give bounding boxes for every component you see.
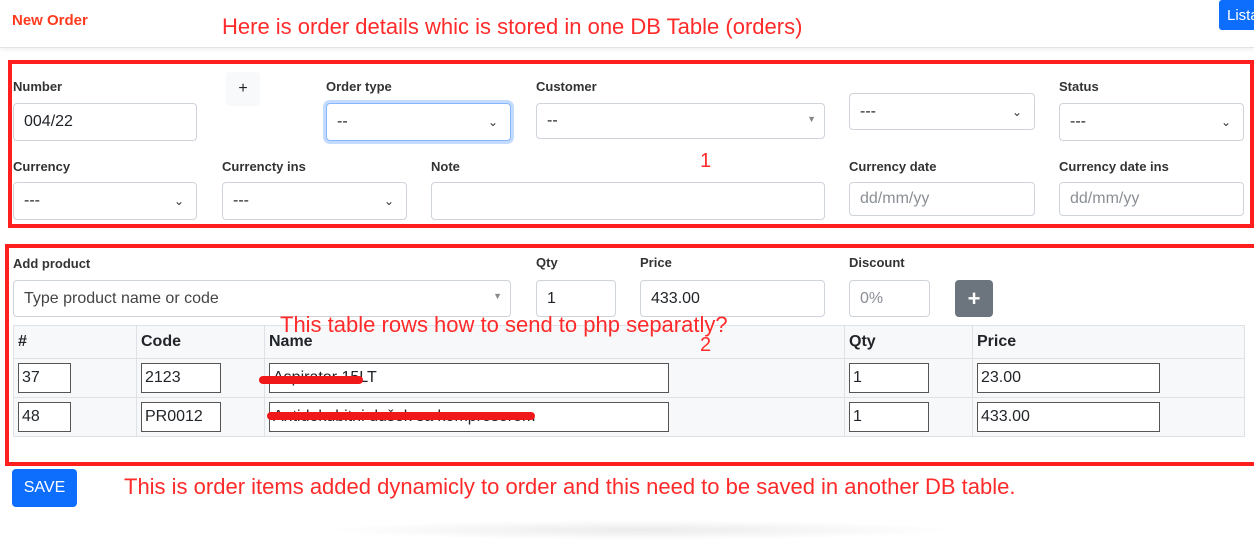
chevron-down-icon: ⌄ xyxy=(487,115,498,129)
chevron-down-icon: ⌄ xyxy=(1011,104,1022,119)
currency-date-ins-label: Currency date ins xyxy=(1059,159,1169,174)
currency-date-label: Currency date xyxy=(849,159,937,174)
page-title: New Order xyxy=(12,12,88,29)
add-number-button[interactable]: + xyxy=(226,72,260,106)
currency-ins-label: Currencty ins xyxy=(222,159,306,174)
annotation-box1: 1 xyxy=(700,150,712,172)
footer-shadow xyxy=(320,520,960,540)
redaction-scribble xyxy=(259,376,363,384)
annotation-box2: 2 xyxy=(700,334,712,356)
code-input[interactable]: 2123 xyxy=(141,363,221,393)
lista-button[interactable]: Lista xyxy=(1219,0,1254,30)
currency-date-input[interactable]: dd/mm/yy xyxy=(849,182,1035,216)
caret-down-icon: ▼ xyxy=(807,114,816,124)
currency-ins-select[interactable]: --- ⌄ xyxy=(222,182,407,220)
note-label: Note xyxy=(431,159,460,174)
customer-label: Customer xyxy=(536,79,597,94)
add-item-button[interactable]: + xyxy=(955,280,993,317)
code-input[interactable]: PR0012 xyxy=(141,402,221,432)
caret-down-icon: ▼ xyxy=(493,291,502,301)
discount-label: Discount xyxy=(849,255,905,270)
annotation-bottom: This is order items added dynamicly to o… xyxy=(124,474,1016,499)
annotation-top: Here is order details whic is stored in … xyxy=(222,14,803,39)
number-label: Number xyxy=(13,79,63,94)
col-id: # xyxy=(13,325,137,359)
table-row: 48 PR0012 Antidekubitni dušek sa kompres… xyxy=(13,397,1245,437)
status-label: Status xyxy=(1059,79,1099,94)
currency-date-ins-input[interactable]: dd/mm/yy xyxy=(1059,182,1244,216)
id-input[interactable]: 48 xyxy=(18,402,71,432)
annotation-table-question: This table rows how to send to php separ… xyxy=(280,312,728,337)
currency-label: Currency xyxy=(13,159,71,174)
discount-input[interactable]: 0% xyxy=(849,280,930,317)
chevron-down-icon: ⌄ xyxy=(173,194,184,208)
price-input[interactable]: 433.00 xyxy=(977,402,1160,432)
order-type-label: Order type xyxy=(326,79,392,94)
order-type-select[interactable]: -- ⌄ xyxy=(326,103,511,141)
redaction-scribble xyxy=(267,412,535,420)
col-qty: Qty xyxy=(844,325,973,359)
qty-input[interactable]: 1 xyxy=(849,363,929,393)
note-input[interactable] xyxy=(431,182,825,220)
number-input[interactable]: 004/22 xyxy=(13,103,197,141)
unlabeled-select[interactable]: --- ⌄ xyxy=(849,93,1035,130)
col-code: Code xyxy=(136,325,265,359)
table-row: 37 2123 Aspirator 15LT 1 23.00 xyxy=(13,358,1245,398)
status-select[interactable]: --- ⌄ xyxy=(1059,103,1244,141)
chevron-down-icon: ⌄ xyxy=(1220,115,1231,129)
qty-label: Qty xyxy=(536,255,558,270)
qty-input[interactable]: 1 xyxy=(849,402,929,432)
save-button[interactable]: SAVE xyxy=(12,469,77,507)
id-input[interactable]: 37 xyxy=(18,363,71,393)
currency-select[interactable]: --- ⌄ xyxy=(13,182,197,220)
price-input[interactable]: 23.00 xyxy=(977,363,1160,393)
items-table: # Code Name Qty Price 37 2123 Aspirator … xyxy=(13,325,1245,437)
add-product-label: Add product xyxy=(13,256,91,271)
chevron-down-icon: ⌄ xyxy=(383,194,394,208)
customer-select[interactable]: -- ▼ xyxy=(536,103,825,139)
price-label: Price xyxy=(640,255,672,270)
col-price: Price xyxy=(972,325,1245,359)
